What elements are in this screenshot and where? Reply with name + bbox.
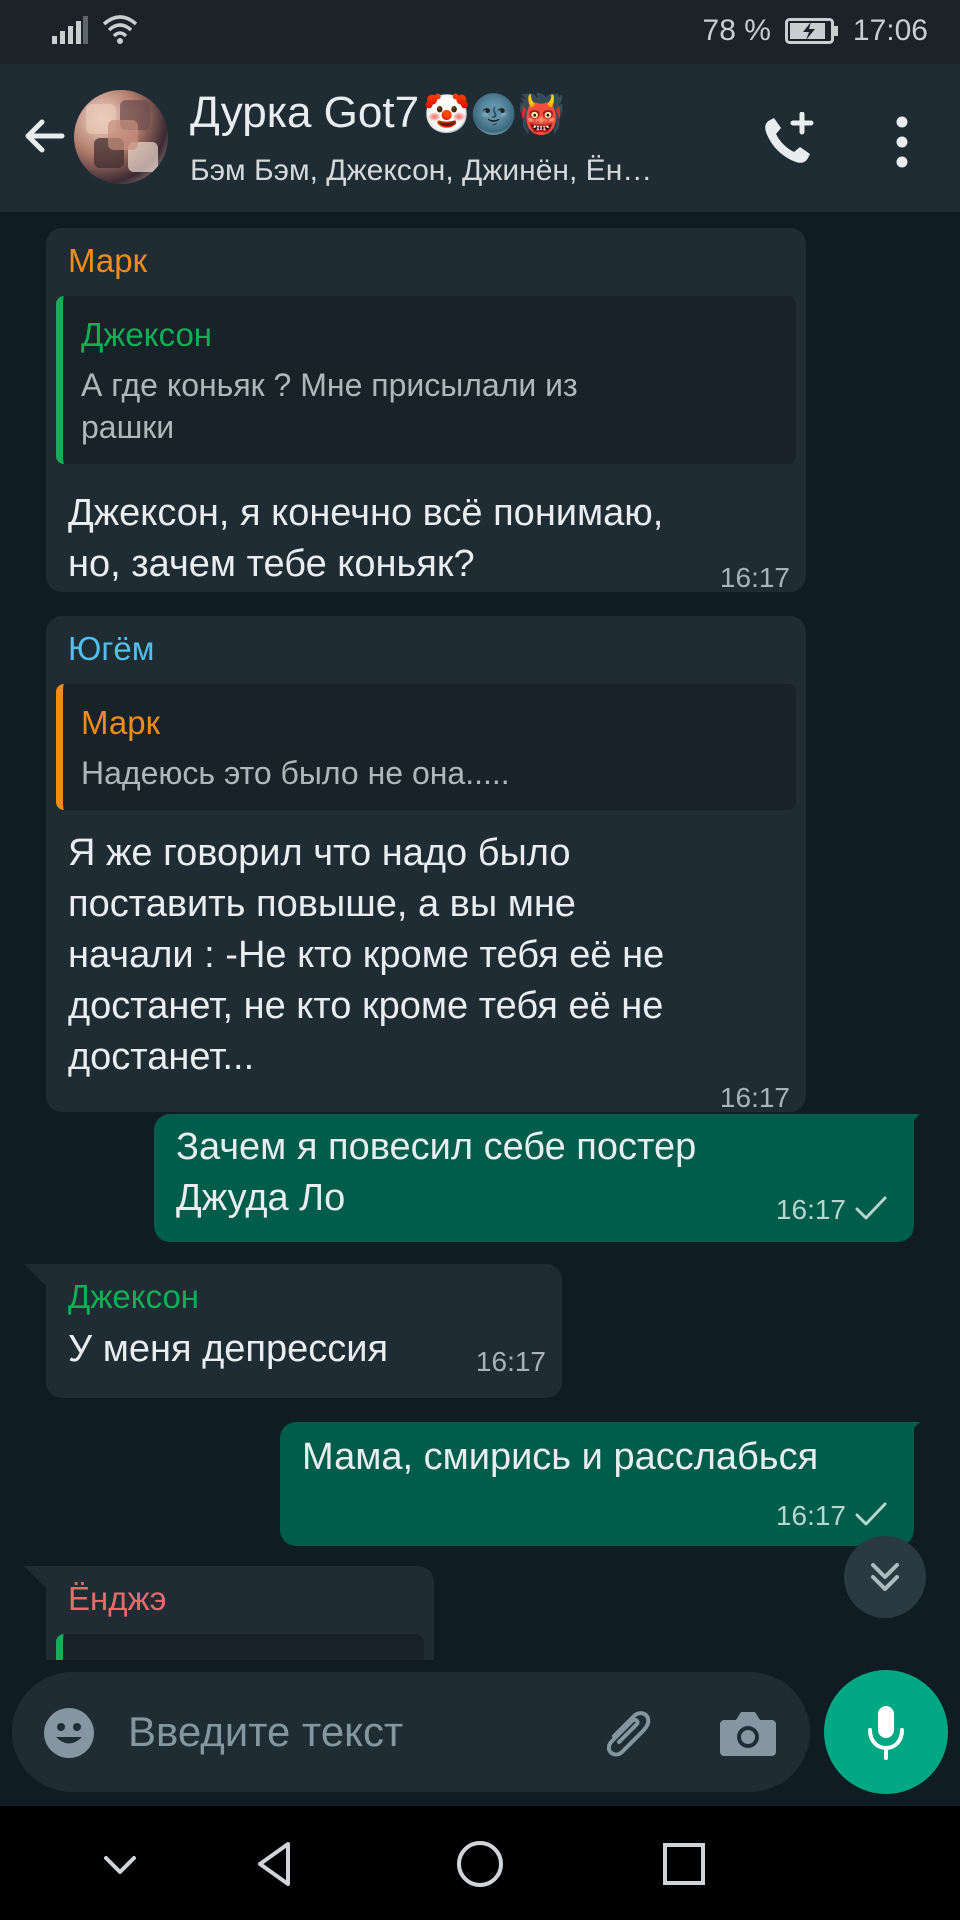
message-bubble-outgoing[interactable]: Зачем я повесил себе постер Джуда Ло 16:… (154, 1114, 914, 1242)
hide-keyboard-icon[interactable] (92, 1836, 148, 1892)
participants-list[interactable]: Бэм Бэм, Джексон, Джинён, Ён… (190, 154, 730, 188)
message-text: Мама, смирись и расслабься (302, 1436, 819, 1478)
chat-header: Дурка Got7 🤡🌚👹 Бэм Бэм, Джексон, Джинён, … (0, 64, 960, 212)
battery-charging-icon (784, 18, 838, 44)
message-bubble-incoming[interactable]: Югём Марк Надеюсь это было не она..... Я… (46, 616, 806, 1113)
message-bubble-incoming[interactable]: Марк Джексон А где коньяк ? Мне присылал… (46, 228, 806, 593)
signal-icon (52, 16, 88, 44)
message-sender: Ёнджэ (68, 1580, 167, 1617)
message-sender: Югём (68, 630, 155, 667)
message-time: 16:17 (719, 562, 790, 593)
quoted-message[interactable]: Джексон А где коньяк ? Мне присылали из … (56, 296, 796, 464)
emoji-icon[interactable] (42, 1706, 96, 1760)
message-time: 16:17 (775, 1500, 846, 1531)
message-text: Я же говорил что надо было поставить пов… (68, 832, 665, 1078)
wifi-icon (102, 15, 138, 44)
message-bubble-incoming[interactable]: Ёнджэ (46, 1566, 434, 1660)
message-text: Зачем я повесил себе постер Джуда Ло (176, 1126, 697, 1219)
message-composer[interactable]: Введите текст (12, 1672, 810, 1792)
battery-percent: 78 % (702, 14, 771, 47)
message-sender: Джексон (68, 1278, 200, 1315)
camera-icon[interactable] (718, 1706, 778, 1760)
add-call-icon[interactable] (758, 112, 816, 170)
message-time: 16:17 (719, 1082, 790, 1113)
back-triangle-icon[interactable] (248, 1836, 304, 1892)
group-avatar[interactable] (74, 90, 168, 184)
quoted-message[interactable]: Марк Надеюсь это было не она..... (56, 684, 796, 810)
scroll-to-bottom-button[interactable] (844, 1536, 926, 1618)
quoted-sender: Марк (81, 704, 161, 741)
group-name: Дурка Got7 (190, 88, 420, 137)
mic-icon (868, 1706, 904, 1760)
paperclip-icon[interactable] (600, 1706, 660, 1762)
message-time: 16:17 (775, 1194, 846, 1225)
quoted-message (56, 1634, 424, 1660)
message-sender: Марк (68, 242, 148, 279)
voice-message-button[interactable] (824, 1670, 948, 1794)
chat-title[interactable]: Дурка Got7 🤡🌚👹 (190, 88, 565, 138)
home-circle-icon[interactable] (452, 1836, 508, 1892)
system-nav-bar (0, 1806, 960, 1920)
message-text: Джексон, я конечно всё понимаю, но, заче… (68, 492, 664, 585)
double-chevron-down-icon (871, 1563, 899, 1591)
back-arrow-icon[interactable] (20, 112, 68, 160)
quoted-text: А где коньяк ? Мне присылали из рашки (81, 367, 578, 445)
status-time: 17:06 (852, 14, 928, 47)
message-bubble-outgoing[interactable]: Мама, смирись и расслабься 16:17 (280, 1422, 914, 1546)
quoted-sender: Джексон (81, 316, 213, 353)
message-text: У меня депрессия (68, 1328, 389, 1370)
check-icon (855, 1502, 887, 1526)
message-time: 16:17 (475, 1346, 546, 1377)
status-bar: 78 % 17:06 (0, 0, 960, 64)
message-input[interactable]: Введите текст (128, 1708, 403, 1756)
bubble-tail (24, 1566, 46, 1588)
bubble-tail (24, 1264, 46, 1286)
message-list[interactable]: Марк Джексон А где коньяк ? Мне присылал… (0, 212, 960, 1660)
group-name-emojis: 🤡🌚👹 (423, 94, 565, 136)
check-icon (855, 1196, 887, 1220)
recents-square-icon[interactable] (656, 1836, 712, 1892)
more-vert-icon[interactable] (882, 114, 922, 170)
message-bubble-incoming[interactable]: Джексон У меня депрессия 16:17 (46, 1264, 562, 1398)
quoted-text: Надеюсь это было не она..... (81, 755, 510, 791)
